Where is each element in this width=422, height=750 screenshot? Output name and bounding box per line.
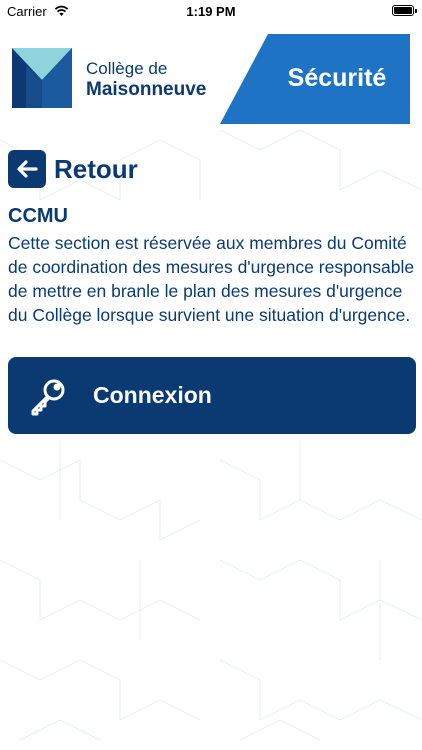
back-label[interactable]: Retour xyxy=(54,154,138,185)
banner-title: Sécurité xyxy=(287,64,387,92)
back-button[interactable]: Retour xyxy=(8,150,138,188)
key-icon xyxy=(31,379,65,416)
login-label[interactable]: Connexion xyxy=(93,382,212,409)
status-bar: Carrier 1:19 PM xyxy=(0,0,422,24)
login-button[interactable]: Connexion xyxy=(8,357,416,434)
section-title: CCMU xyxy=(8,205,68,227)
arrow-left-icon xyxy=(17,160,38,178)
status-time: 1:19 PM xyxy=(186,4,236,19)
back-icon-box[interactable] xyxy=(8,150,46,188)
header: Collège de Maisonneuve Sécurité xyxy=(0,34,422,124)
logo-line2: Maisonneuve xyxy=(86,79,207,100)
section-description: Cette section est réservée aux membres d… xyxy=(8,233,415,325)
battery-icon xyxy=(392,5,414,16)
battery-tip xyxy=(415,9,417,13)
logo-line1: Collège de xyxy=(86,59,168,78)
college-logo xyxy=(12,48,72,108)
